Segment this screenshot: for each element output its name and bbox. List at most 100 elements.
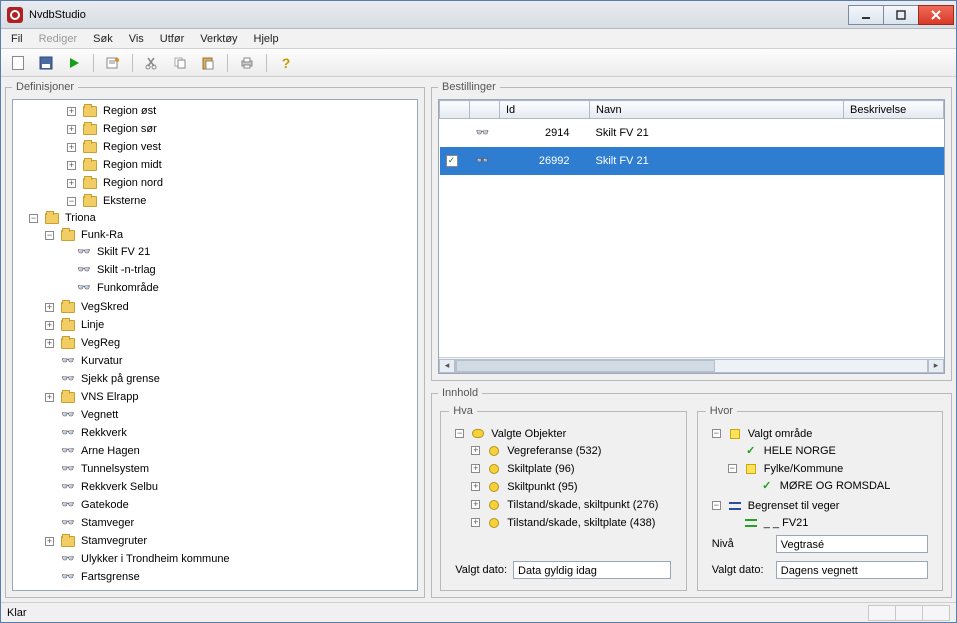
tree-item[interactable]: Stamvegruter (79, 533, 149, 549)
properties-button[interactable] (102, 52, 124, 74)
tree-item[interactable]: Linje (79, 317, 106, 333)
expand-icon[interactable]: + (45, 537, 54, 546)
tree-item[interactable]: Region midt (101, 157, 164, 173)
paste-button[interactable] (197, 52, 219, 74)
hvor-item[interactable]: Valgt område (746, 426, 815, 442)
tree-item[interactable]: VegSkred (79, 299, 131, 315)
tree-item[interactable]: Kurvatur (79, 353, 125, 369)
col-id[interactable]: Id (500, 101, 590, 119)
tree-item[interactable]: VegReg (79, 335, 122, 351)
tree-item[interactable]: Funkområde (95, 280, 161, 296)
statusbar: Klar (1, 602, 956, 622)
road-icon (745, 519, 757, 527)
hva-item[interactable]: Skiltplate (96) (505, 461, 576, 477)
expand-icon[interactable]: + (471, 518, 480, 527)
col-beskrivelse[interactable]: Beskrivelse (844, 101, 944, 119)
cut-button[interactable] (141, 52, 163, 74)
tree-item[interactable]: Arne Hagen (79, 443, 142, 459)
hva-item[interactable]: Skiltpunkt (95) (505, 479, 579, 495)
expand-icon[interactable]: + (67, 143, 76, 152)
menu-vis[interactable]: Vis (123, 31, 150, 47)
tree-item[interactable]: Skilt FV 21 (95, 244, 152, 260)
hvor-item[interactable]: _ _ FV21 (762, 515, 811, 531)
checkbox-icon[interactable]: ✓ (446, 155, 458, 167)
menu-hjelp[interactable]: Hjelp (248, 31, 285, 47)
collapse-icon[interactable]: − (728, 464, 737, 473)
hvor-item[interactable]: Begrenset til veger (746, 498, 842, 514)
hvor-panel: Hvor −Valgt område ✓HELE NORGE −Fylke/Ko… (697, 405, 944, 591)
expand-icon[interactable]: + (67, 125, 76, 134)
definisjoner-tree[interactable]: + Region øst + Region sør + Region vest + Re… (12, 99, 418, 591)
tree-item[interactable]: Fartsgrense (79, 569, 142, 585)
expand-icon[interactable]: + (45, 339, 54, 348)
glasses-icon: 👓 (60, 354, 76, 368)
valgt-dato-field[interactable]: Data gyldig idag (513, 561, 671, 579)
expand-icon[interactable]: + (67, 179, 76, 188)
new-button[interactable] (7, 52, 29, 74)
expand-icon[interactable]: + (471, 446, 480, 455)
expand-icon[interactable]: + (45, 321, 54, 330)
tree-item[interactable]: Region øst (101, 103, 158, 119)
glasses-icon: 👓 (60, 444, 76, 458)
close-button[interactable] (918, 5, 954, 25)
tree-item[interactable]: Gatekode (79, 497, 131, 513)
hva-item[interactable]: Tilstand/skade, skiltpunkt (276) (505, 497, 660, 513)
collapse-icon[interactable]: − (712, 501, 721, 510)
hva-item[interactable]: Vegreferanse (532) (505, 443, 603, 459)
tree-item[interactable]: Vegnett (79, 407, 120, 423)
tree-item[interactable]: VNS Elrapp (79, 389, 140, 405)
menu-fil[interactable]: Fil (5, 31, 29, 47)
col-icon[interactable] (470, 101, 500, 119)
collapse-icon[interactable]: − (29, 214, 38, 223)
menu-utfor[interactable]: Utfør (154, 31, 190, 47)
menu-sok[interactable]: Søk (87, 31, 119, 47)
niva-label: Nivå (712, 538, 770, 550)
copy-button[interactable] (169, 52, 191, 74)
maximize-button[interactable] (883, 5, 919, 25)
tree-item[interactable]: Ulykker i Trondheim kommune (79, 551, 232, 567)
hvor-item[interactable]: Fylke/Kommune (762, 461, 845, 477)
menu-verktoy[interactable]: Verktøy (194, 31, 243, 47)
collapse-icon[interactable]: − (455, 429, 464, 438)
tree-item[interactable]: Region vest (101, 139, 163, 155)
col-navn[interactable]: Navn (590, 101, 844, 119)
collapse-icon[interactable]: − (712, 429, 721, 438)
hvor-item[interactable]: MØRE OG ROMSDAL (778, 478, 893, 494)
tree-item[interactable]: Region nord (101, 175, 165, 191)
tree-item[interactable]: Triona (63, 210, 98, 226)
expand-icon[interactable]: + (471, 464, 480, 473)
hvor-valgt-dato-field[interactable]: Dagens vegnett (776, 561, 928, 579)
expand-icon[interactable]: + (471, 500, 480, 509)
tree-item[interactable]: Rekkverk Selbu (79, 479, 160, 495)
expand-icon[interactable]: + (45, 303, 54, 312)
expand-icon[interactable]: + (45, 393, 54, 402)
table-row[interactable]: 👓 2914 Skilt FV 21 (440, 119, 944, 147)
hvor-item[interactable]: HELE NORGE (762, 443, 838, 459)
save-button[interactable] (35, 52, 57, 74)
tree-item[interactable]: Sjekk på grense (79, 371, 162, 387)
table-row-selected[interactable]: ✓ 👓 26992 Skilt FV 21 (440, 147, 944, 175)
run-button[interactable] (63, 52, 85, 74)
object-icon (472, 429, 484, 438)
tree-item[interactable]: Skilt -n-trlag (95, 262, 158, 278)
horizontal-scrollbar[interactable]: ◂▸ (439, 357, 944, 373)
tree-item[interactable]: Tunnelsystem (79, 461, 151, 477)
collapse-icon[interactable]: − (45, 231, 54, 240)
hva-item[interactable]: Tilstand/skade, skiltplate (438) (505, 515, 657, 531)
tree-item[interactable]: Eksterne (101, 193, 148, 209)
expand-icon[interactable]: + (471, 482, 480, 491)
expand-icon[interactable]: + (67, 107, 76, 116)
tree-item[interactable]: Rekkverk (79, 425, 129, 441)
niva-field[interactable]: Vegtrasé (776, 535, 928, 553)
minimize-button[interactable] (848, 5, 884, 25)
tree-item[interactable]: Funk-Ra (79, 227, 125, 243)
help-button[interactable]: ? (275, 52, 297, 74)
expand-icon[interactable]: + (67, 161, 76, 170)
col-check[interactable] (440, 101, 470, 119)
print-button[interactable] (236, 52, 258, 74)
collapse-icon[interactable]: − (67, 197, 76, 206)
tree-item[interactable]: Stamveger (79, 515, 136, 531)
menu-rediger[interactable]: Rediger (33, 31, 84, 47)
hva-root[interactable]: Valgte Objekter (489, 426, 568, 442)
tree-item[interactable]: Region sør (101, 121, 159, 137)
